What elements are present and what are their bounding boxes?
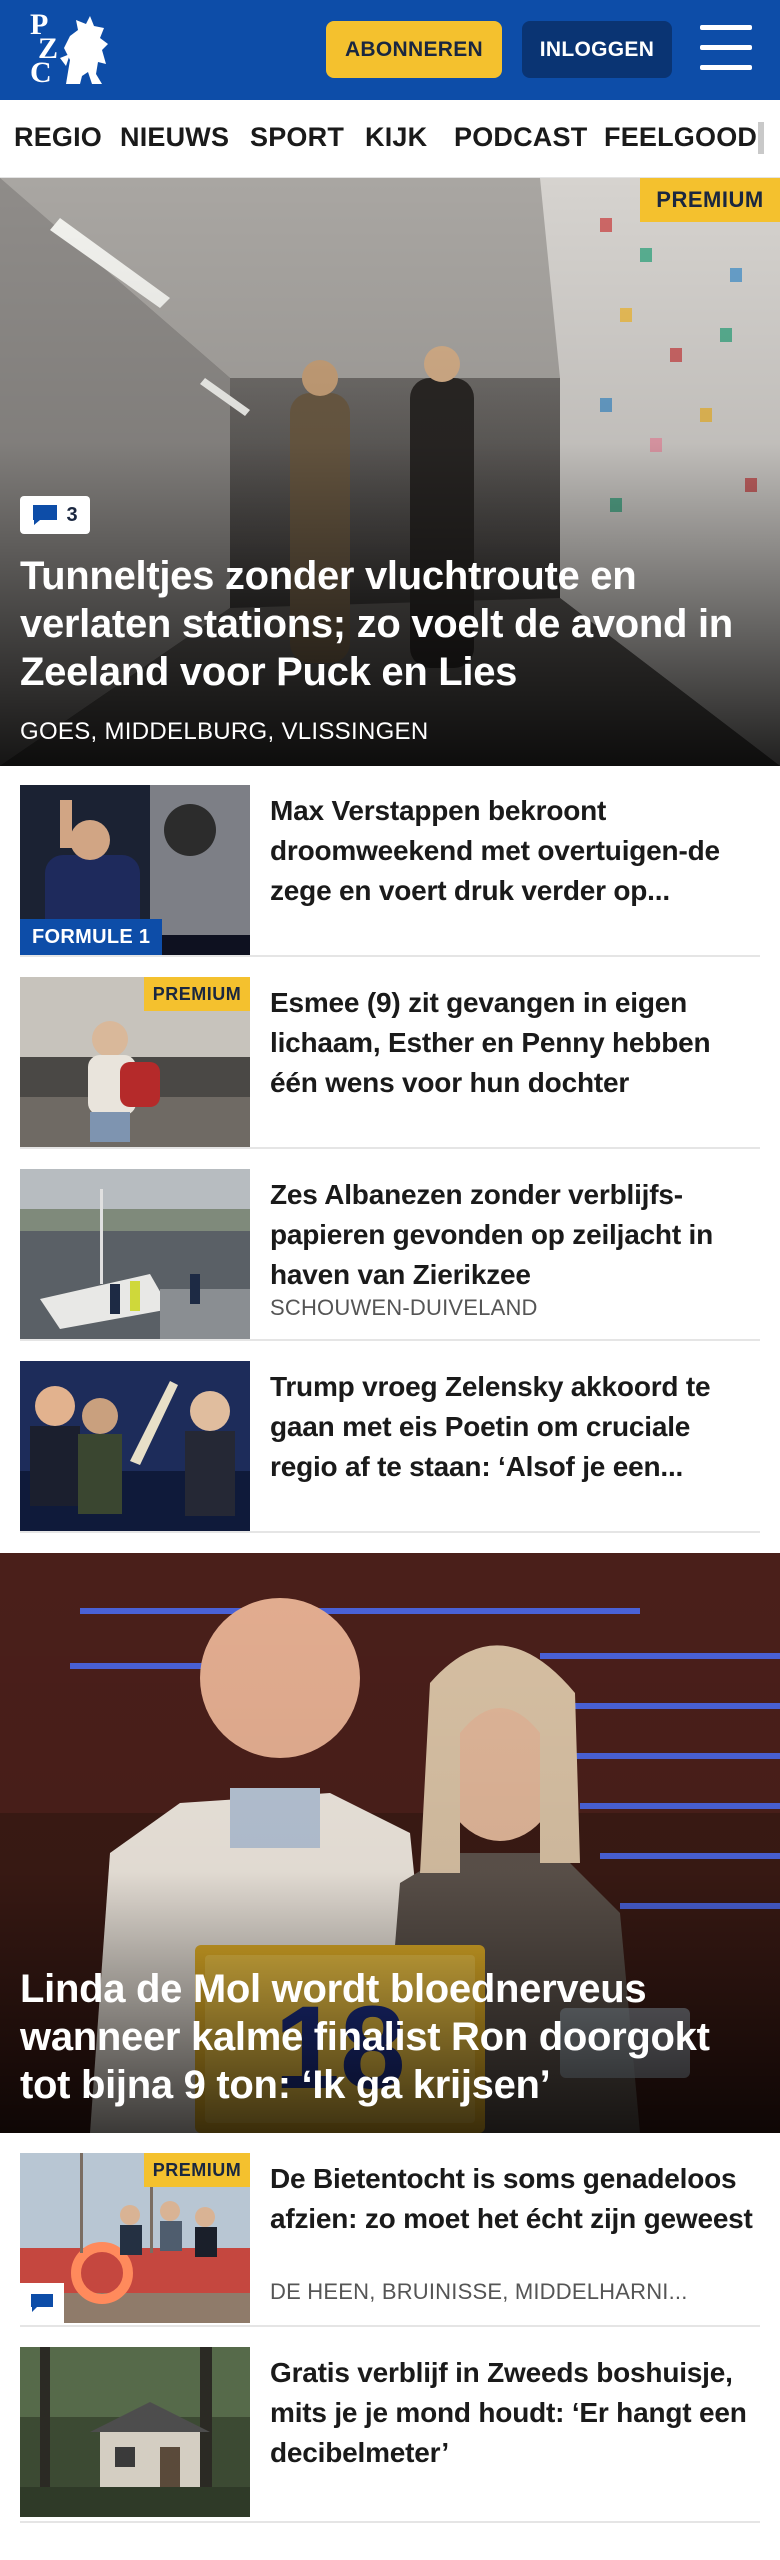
- nav-overflow-indicator: [758, 122, 764, 154]
- comment-icon: [31, 2294, 53, 2312]
- hero-title[interactable]: Tunneltjes zonder vluchtroute en verlate…: [20, 552, 760, 696]
- featured-title[interactable]: Linda de Mol wordt bloednerveus wanneer …: [20, 1965, 770, 2109]
- logo-letter-c: C: [30, 56, 52, 89]
- article-item[interactable]: PREMIUM Esmee (9) zit gevangen in eigen …: [20, 977, 760, 1149]
- article-item[interactable]: PREMIUM De Bietentocht is soms genadeloo…: [20, 2153, 760, 2327]
- article-title[interactable]: Zes Albanezen zonder verblijfs-papieren …: [270, 1175, 760, 1295]
- article-location: SCHOUWEN-DUIVELAND: [270, 1295, 538, 1320]
- comment-count: 3: [66, 503, 78, 526]
- article-thumbnail: FORMULE 1: [20, 785, 250, 955]
- premium-badge: PREMIUM: [144, 2153, 250, 2187]
- article-item[interactable]: FORMULE 1 Max Verstappen bekroont droomw…: [20, 785, 760, 957]
- article-thumbnail: PREMIUM: [20, 2153, 250, 2323]
- pzc-logo[interactable]: P Z C: [22, 10, 114, 90]
- article-title[interactable]: Max Verstappen bekroont droomweekend met…: [270, 791, 760, 911]
- article-title[interactable]: Gratis verblijf in Zweeds boshuisje, mit…: [270, 2353, 760, 2473]
- trump-zelensky-putin-image: [20, 1361, 250, 1531]
- zierikzee-harbor-image: [20, 1169, 250, 1339]
- nav-item-nieuws[interactable]: NIEUWS: [120, 122, 229, 153]
- comment-icon: [33, 505, 58, 525]
- featured-article[interactable]: 18 Linda de Mol wordt bloednerveus wanne…: [0, 1553, 780, 2133]
- article-title[interactable]: Esmee (9) zit gevangen in eigen lichaam,…: [270, 983, 760, 1103]
- forest-cabin-image: [20, 2347, 250, 2517]
- section-nav: REGIO NIEUWS SPORT KIJK PODCAST FEELGOOD: [0, 100, 780, 178]
- article-thumbnail: PREMIUM: [20, 977, 250, 1147]
- login-button[interactable]: INLOGGEN: [522, 21, 672, 78]
- nav-item-feelgood[interactable]: FEELGOOD: [604, 122, 757, 153]
- article-item[interactable]: Zes Albanezen zonder verblijfs-papieren …: [20, 1169, 760, 1341]
- nav-item-sport[interactable]: SPORT: [250, 122, 344, 153]
- hamburger-icon[interactable]: [700, 25, 752, 71]
- article-thumbnail: [20, 1361, 250, 1531]
- article-item[interactable]: Gratis verblijf in Zweeds boshuisje, mit…: [20, 2347, 760, 2523]
- category-badge: FORMULE 1: [20, 919, 163, 955]
- nav-item-podcast[interactable]: PODCAST: [454, 122, 587, 153]
- article-location: DE HEEN, BRUINISSE, MIDDELHARNI...: [270, 2279, 688, 2304]
- comment-count-badge[interactable]: 3: [20, 496, 90, 534]
- article-title[interactable]: Trump vroeg Zelensky akkoord te gaan met…: [270, 1367, 760, 1487]
- hero-location: GOES, MIDDELBURG, VLISSINGEN: [20, 718, 429, 745]
- nav-item-kijk[interactable]: KIJK: [365, 122, 427, 153]
- site-header: P Z C ABONNEREN INLOGGEN: [0, 0, 780, 100]
- article-title[interactable]: De Bietentocht is soms genadeloos afzien…: [270, 2159, 760, 2239]
- article-thumbnail: [20, 2347, 250, 2517]
- subscribe-button[interactable]: ABONNEREN: [326, 21, 502, 78]
- lion-emblem-icon: [60, 16, 108, 84]
- premium-badge: PREMIUM: [640, 178, 780, 222]
- comment-badge[interactable]: [20, 2283, 64, 2323]
- article-thumbnail: [20, 1169, 250, 1339]
- premium-badge: PREMIUM: [144, 977, 250, 1011]
- hero-article[interactable]: PREMIUM 3 Tunneltjes zonder vluchtroute …: [0, 178, 780, 766]
- nav-item-regio[interactable]: REGIO: [14, 122, 102, 153]
- article-item[interactable]: Trump vroeg Zelensky akkoord te gaan met…: [20, 1361, 760, 1533]
